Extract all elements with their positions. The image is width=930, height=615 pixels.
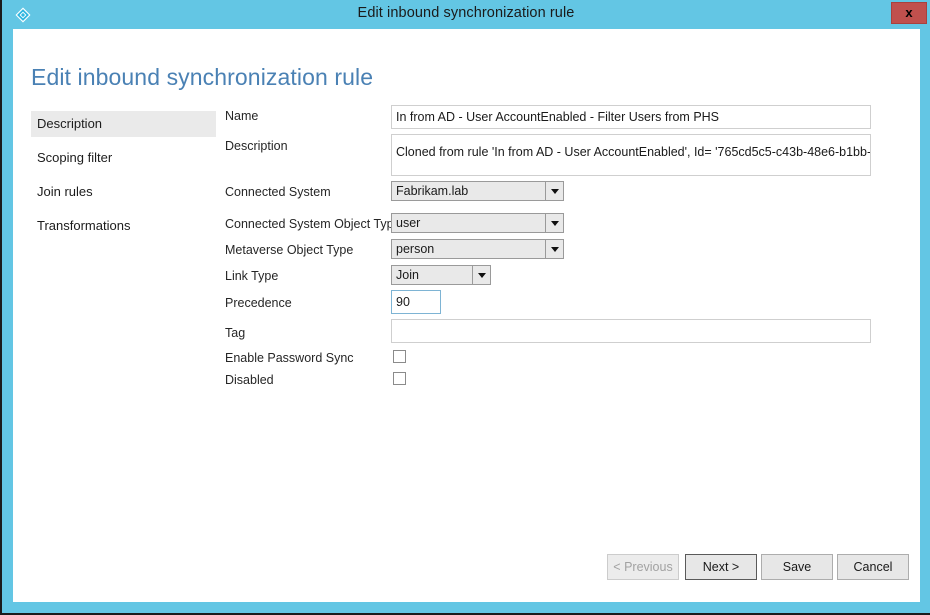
name-label: Name: [225, 109, 259, 123]
dialog-content: Edit inbound synchronization rule Descri…: [13, 29, 920, 602]
disabled-label: Disabled: [225, 373, 274, 387]
dialog-window: Edit inbound synchronization rule x Edit…: [0, 0, 930, 615]
chevron-down-icon[interactable]: [472, 266, 490, 284]
connected-system-label: Connected System: [225, 185, 331, 199]
next-button[interactable]: Next >: [685, 554, 757, 580]
precedence-input[interactable]: [391, 290, 441, 314]
disabled-checkbox[interactable]: [393, 372, 406, 385]
connected-system-value: Fabrikam.lab: [396, 184, 469, 198]
chevron-down-icon[interactable]: [545, 240, 563, 258]
chevron-down-icon[interactable]: [545, 182, 563, 200]
precedence-label: Precedence: [225, 296, 292, 310]
titlebar: Edit inbound synchronization rule x: [2, 0, 930, 28]
connected-system-object-type-dropdown[interactable]: user: [391, 213, 564, 233]
metaverse-object-type-value: person: [396, 242, 435, 256]
enable-password-sync-checkbox[interactable]: [393, 350, 406, 363]
connected-system-dropdown[interactable]: Fabrikam.lab: [391, 181, 564, 201]
metaverse-object-type-label: Metaverse Object Type: [225, 243, 354, 257]
dialog-footer: < Previous Next > Save Cancel: [13, 542, 920, 602]
window-title: Edit inbound synchronization rule: [357, 5, 575, 21]
connected-system-object-type-label: Connected System Object Type: [225, 217, 401, 231]
enable-password-sync-label: Enable Password Sync: [225, 351, 354, 365]
link-type-value: Join: [396, 268, 419, 282]
description-textarea[interactable]: Cloned from rule 'In from AD - User Acco…: [391, 134, 871, 176]
metaverse-object-type-dropdown[interactable]: person: [391, 239, 564, 259]
link-type-label: Link Type: [225, 269, 279, 283]
previous-button[interactable]: < Previous: [607, 554, 679, 580]
tag-label: Tag: [225, 326, 246, 340]
description-form: Name Description Cloned from rule 'In fr…: [13, 29, 920, 602]
save-button[interactable]: Save: [761, 554, 833, 580]
name-input[interactable]: [391, 105, 871, 129]
close-icon[interactable]: x: [891, 2, 927, 24]
description-label: Description: [225, 139, 288, 153]
connected-system-object-type-value: user: [396, 216, 421, 230]
chevron-down-icon[interactable]: [545, 214, 563, 232]
cancel-button[interactable]: Cancel: [837, 554, 909, 580]
link-type-dropdown[interactable]: Join: [391, 265, 491, 285]
tag-input[interactable]: [391, 319, 871, 343]
